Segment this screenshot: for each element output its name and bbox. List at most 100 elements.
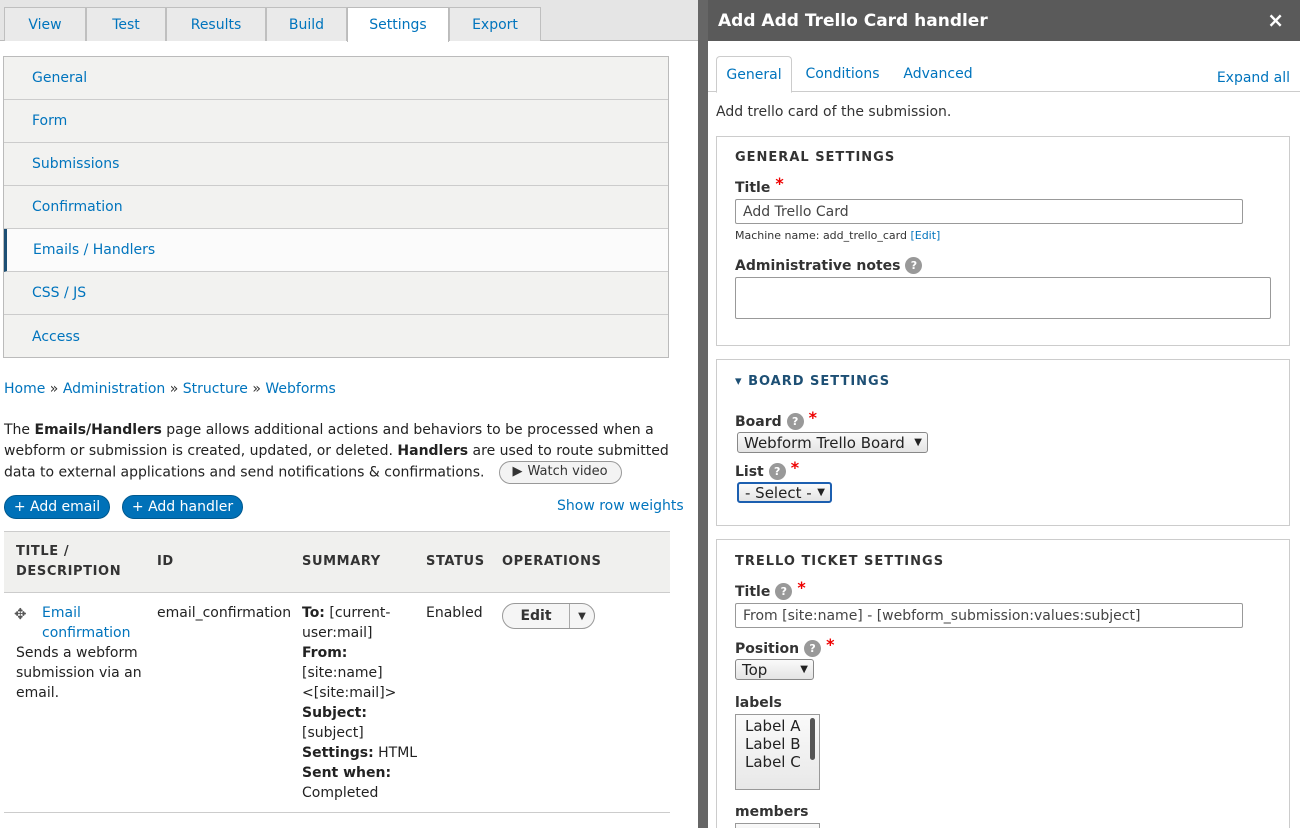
breadcrumb-separator: » — [252, 381, 261, 397]
add-handler-button[interactable]: + Add handler — [122, 495, 243, 519]
edit-dropbutton[interactable]: Edit ▼ — [502, 603, 595, 629]
row-divider — [4, 812, 670, 813]
handler-summary: To: [current- user:mail] From: [site:nam… — [302, 603, 422, 803]
summary-line: Sent when: — [302, 765, 392, 781]
members-label: members — [735, 804, 809, 820]
label-option[interactable]: Label A — [745, 717, 819, 735]
breadcrumb-webforms[interactable]: Webforms — [265, 381, 335, 397]
machine-name-edit-link[interactable]: [Edit] — [910, 229, 940, 242]
summary-line: <[site:mail]> — [302, 685, 397, 701]
page-description: The Emails/Handlers page allows addition… — [4, 420, 674, 484]
tab-view[interactable]: View — [4, 7, 86, 41]
breadcrumb-structure[interactable]: Structure — [183, 381, 248, 397]
description-line: Sends a webform — [16, 645, 138, 661]
description-line: email. — [16, 685, 60, 701]
menu-item-emails-handlers[interactable]: Emails / Handlers — [4, 229, 668, 272]
play-icon: ▶ — [512, 464, 523, 480]
dropdown-arrow-icon[interactable]: ▼ — [570, 611, 594, 622]
machine-name: Machine name: add_trello_card [Edit] — [735, 229, 941, 242]
help-icon[interactable]: ? — [768, 463, 786, 480]
title-input[interactable]: Add Trello Card — [735, 199, 1243, 224]
expand-all-link[interactable]: Expand all — [1217, 70, 1290, 86]
label-option[interactable]: Label B — [745, 735, 819, 753]
chevron-down-icon: ▼ — [914, 437, 922, 448]
menu-item-css-js[interactable]: CSS / JS — [4, 272, 668, 315]
drag-handle-icon[interactable]: ✥ — [14, 605, 27, 623]
board-settings-fieldset: ▾ BOARD SETTINGS Board? * Webform Trello … — [716, 359, 1290, 526]
col-title-line1: TITLE / — [16, 544, 70, 559]
table-row-title[interactable]: Email confirmation — [42, 603, 142, 643]
trello-ticket-settings-legend: TRELLO TICKET SETTINGS — [735, 554, 945, 569]
help-icon[interactable]: ? — [786, 413, 804, 430]
menu-item-form[interactable]: Form — [4, 100, 668, 143]
handler-title-link[interactable]: confirmation — [42, 625, 131, 641]
help-icon[interactable]: ? — [804, 640, 822, 657]
summary-line: Completed — [302, 785, 379, 801]
summary-line: To: [current- — [302, 605, 391, 621]
required-marker: * — [775, 174, 784, 193]
members-multiselect[interactable] — [735, 823, 820, 828]
labels-multiselect[interactable]: Label A Label B Label C — [735, 714, 820, 790]
menu-item-general[interactable]: General — [4, 57, 668, 100]
breadcrumb: Home » Administration » Structure » Webf… — [4, 381, 336, 397]
required-marker: * — [826, 635, 835, 654]
dialog-tab-conditions[interactable]: Conditions — [800, 56, 885, 92]
close-icon[interactable]: × — [1267, 8, 1284, 32]
add-email-button[interactable]: + Add email — [4, 495, 110, 519]
position-select[interactable]: Top ▼ — [735, 659, 814, 680]
breadcrumb-separator: » — [169, 381, 179, 397]
description-line: submission via an — [16, 665, 142, 681]
board-settings-legend[interactable]: ▾ BOARD SETTINGS — [735, 374, 890, 389]
administrative-notes-label: Administrative notes? — [735, 257, 923, 274]
tab-settings[interactable]: Settings — [347, 7, 449, 42]
trello-ticket-settings-fieldset: TRELLO TICKET SETTINGS Title? * From [sit… — [716, 539, 1290, 828]
dialog-intro: Add trello card of the submission. — [716, 104, 952, 120]
edit-button[interactable]: Edit — [503, 604, 570, 628]
show-row-weights-link[interactable]: Show row weights — [557, 498, 684, 514]
breadcrumb-home[interactable]: Home — [4, 381, 45, 397]
administrative-notes-textarea[interactable] — [735, 277, 1271, 319]
summary-line: [subject] — [302, 725, 364, 741]
dialog-title-text: Add Add Trello Card handler — [718, 10, 988, 31]
dialog-overlay-edge — [698, 0, 708, 828]
tab-test[interactable]: Test — [86, 7, 166, 41]
description-bold: Emails/Handlers — [34, 422, 162, 438]
ticket-title-input[interactable]: From [site:name] - [webform_submission:v… — [735, 603, 1243, 628]
menu-item-access[interactable]: Access — [4, 315, 668, 358]
dialog-tabs: General Conditions Advanced — [708, 41, 1300, 93]
help-icon[interactable]: ? — [775, 583, 793, 600]
handler-title-link[interactable]: Email — [42, 605, 81, 621]
listbox-scrollbar[interactable] — [810, 718, 815, 760]
menu-item-confirmation[interactable]: Confirmation — [4, 186, 668, 229]
breadcrumb-administration[interactable]: Administration — [63, 381, 165, 397]
ticket-title-label: Title? * — [735, 578, 806, 600]
required-marker: * — [797, 578, 806, 597]
settings-vertical-menu: General Form Submissions Confirmation Em… — [3, 56, 669, 358]
list-select[interactable]: - Select - ▼ — [737, 482, 832, 503]
dialog-tab-general[interactable]: General — [716, 56, 792, 93]
handler-status: Enabled — [426, 605, 483, 621]
col-id: ID — [157, 554, 174, 569]
col-summary: SUMMARY — [302, 554, 381, 569]
dialog-tab-advanced[interactable]: Advanced — [898, 56, 978, 92]
tab-export[interactable]: Export — [449, 7, 541, 41]
board-select[interactable]: Webform Trello Board ▼ — [737, 432, 928, 453]
board-label: Board? * — [735, 408, 818, 430]
watch-video-button[interactable]: ▶ Watch video — [498, 461, 622, 484]
general-settings-legend: GENERAL SETTINGS — [735, 150, 896, 165]
watch-video-label: Watch video — [527, 464, 608, 480]
menu-item-submissions[interactable]: Submissions — [4, 143, 668, 186]
tab-build[interactable]: Build — [266, 7, 347, 41]
title-label: Title * — [735, 174, 784, 196]
general-settings-fieldset: GENERAL SETTINGS Title * Add Trello Card … — [716, 136, 1290, 346]
chevron-down-icon: ▼ — [817, 487, 825, 498]
tab-results[interactable]: Results — [166, 7, 266, 41]
summary-line: user:mail] — [302, 625, 373, 641]
label-option[interactable]: Label C — [745, 753, 819, 771]
help-icon[interactable]: ? — [905, 257, 923, 274]
position-label: Position? * — [735, 635, 835, 657]
dialog-title: Add Add Trello Card handler — [708, 0, 1300, 41]
handler-description: Sends a webform submission via an email. — [16, 643, 146, 703]
collapse-triangle-icon: ▾ — [735, 374, 743, 389]
required-marker: * — [790, 458, 800, 477]
